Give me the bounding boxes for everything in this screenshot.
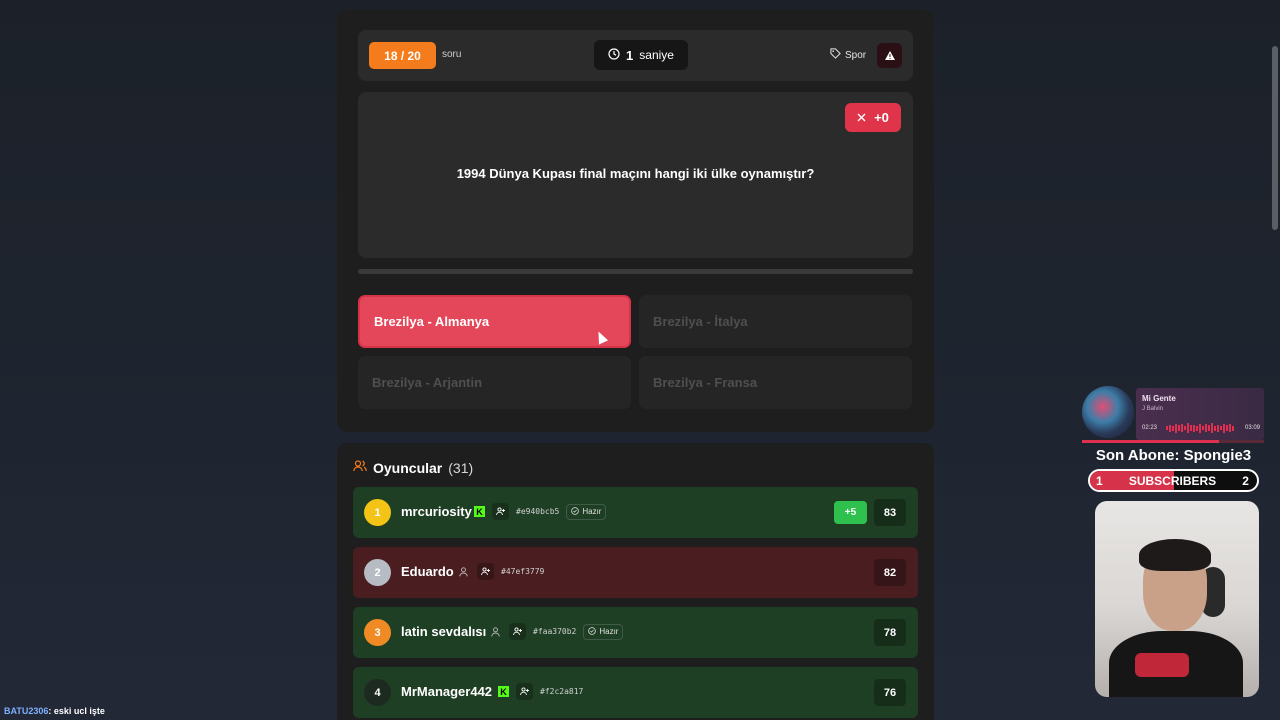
add-friend-icon[interactable] — [516, 683, 533, 700]
player-name: mrcuriosity — [401, 504, 472, 519]
player-hash: #f2c2a817 — [540, 687, 584, 696]
scrollbar[interactable] — [1272, 46, 1278, 230]
question-box: +0 1994 Dünya Kupası final maçını hangi … — [358, 92, 913, 258]
rank-badge: 1 — [364, 499, 391, 526]
rank-badge: 4 — [364, 679, 391, 706]
answer-option-label: Brezilya - Fransa — [653, 375, 758, 390]
song-artist: J Balvin — [1142, 406, 1164, 412]
users-icon — [353, 459, 367, 477]
time-progress-bar — [358, 269, 913, 274]
player-meta: K #e940bcb5 Hazır — [474, 503, 607, 520]
user-icon — [488, 625, 502, 639]
sub-goal-label: SUBSCRIBERS — [1128, 473, 1217, 488]
music-panel: Mi Gente J Balvin 02:23 03:09 — [1136, 388, 1264, 440]
player-score: 78 — [874, 619, 906, 646]
kick-icon: K — [474, 506, 485, 517]
webcam-feed — [1095, 501, 1259, 697]
add-friend-icon[interactable] — [492, 503, 509, 520]
quiz-topbar: 18 / 20 soru 1 saniye Spor — [358, 30, 913, 81]
player-score: 82 — [874, 559, 906, 586]
answer-option-4[interactable]: Brezilya - Fransa — [639, 356, 912, 409]
answer-option-1[interactable]: Brezilya - Almanya — [358, 295, 631, 348]
song-progress-bar — [1082, 440, 1264, 443]
tag-icon — [830, 48, 841, 62]
question-counter: 18 / 20 — [369, 42, 436, 69]
score-delta-value: +0 — [874, 110, 889, 125]
sub-goal-current: 1 — [1096, 473, 1103, 488]
player-meta: K #f2c2a817 — [498, 683, 583, 700]
ready-badge: Hazır — [566, 503, 607, 520]
rank-badge: 2 — [364, 559, 391, 586]
check-circle-icon — [588, 626, 597, 637]
last-subscriber: Son Abone: Spongie3 — [1095, 447, 1252, 464]
player-row[interactable]: 1 mrcuriosity K #e940bcb5 Hazır +5 83 — [353, 487, 918, 538]
answer-option-label: Brezilya - İtalya — [653, 314, 748, 329]
question-text: 1994 Dünya Kupası final maçını hangi iki… — [456, 166, 815, 181]
category-label: Spor — [845, 49, 867, 61]
rank-badge: 3 — [364, 619, 391, 646]
players-card: Oyuncular (31) 1 mrcuriosity K #e940bcb5… — [337, 443, 934, 720]
players-count: (31) — [448, 460, 474, 476]
player-meta: #faa370b2 Hazır — [488, 623, 624, 640]
report-button[interactable] — [877, 43, 902, 68]
player-row[interactable]: 3 latin sevdalısı #faa370b2 Hazır 78 — [353, 607, 918, 658]
kick-icon: K — [498, 686, 509, 697]
ready-badge: Hazır — [583, 623, 624, 640]
player-row[interactable]: 4 MrManager442 K #f2c2a817 76 — [353, 667, 918, 718]
players-title: Oyuncular — [373, 460, 443, 476]
player-score: 76 — [874, 679, 906, 706]
add-friend-icon[interactable] — [509, 623, 526, 640]
timer-value: 1 — [626, 47, 634, 63]
user-icon — [456, 565, 470, 579]
player-hash: #e940bcb5 — [516, 507, 560, 516]
quiz-card: 18 / 20 soru 1 saniye Spor +0 1994 Dünya… — [337, 10, 934, 432]
player-name: latin sevdalısı — [401, 624, 487, 639]
question-counter-unit: soru — [442, 49, 462, 60]
answer-option-2[interactable]: Brezilya - İtalya — [639, 295, 912, 348]
album-art — [1082, 386, 1134, 438]
player-meta: #47ef3779 — [456, 563, 544, 580]
song-time-total: 03:09 — [1244, 425, 1260, 431]
timer-unit: saniye — [639, 48, 674, 62]
timer: 1 saniye — [594, 40, 688, 70]
category-tag: Spor — [830, 48, 866, 62]
answer-option-label: Brezilya - Arjantin — [372, 375, 483, 390]
player-hash: #faa370b2 — [533, 627, 577, 636]
song-title: Mi Gente — [1142, 394, 1176, 403]
player-row[interactable]: 2 Eduardo #47ef3779 82 — [353, 547, 918, 598]
players-header: Oyuncular (31) — [353, 459, 473, 477]
sub-goal-target: 2 — [1242, 473, 1249, 488]
chat-message: BATU2306: eski ucl işte — [4, 706, 105, 716]
bonus-badge: +5 — [834, 501, 867, 524]
warning-icon — [884, 47, 895, 65]
music-widget: Mi Gente J Balvin 02:23 03:09 — [1082, 386, 1264, 443]
clock-icon — [608, 47, 620, 63]
subscriber-goal-bar: 1 SUBSCRIBERS 2 — [1088, 469, 1259, 492]
close-icon — [857, 110, 866, 125]
chat-text: : eski ucl işte — [48, 706, 105, 716]
answer-option-label: Brezilya - Almanya — [374, 314, 490, 329]
check-circle-icon — [571, 506, 580, 517]
player-name: Eduardo — [401, 564, 454, 579]
answer-option-3[interactable]: Brezilya - Arjantin — [358, 356, 631, 409]
add-friend-icon[interactable] — [477, 563, 494, 580]
player-name: MrManager442 — [401, 684, 493, 699]
ready-label: Hazır — [582, 507, 602, 516]
chat-user: BATU2306 — [4, 706, 49, 716]
player-hash: #47ef3779 — [501, 567, 545, 576]
waveform — [1166, 423, 1236, 433]
song-time-current: 02:23 — [1142, 425, 1158, 431]
score-delta-badge: +0 — [845, 103, 901, 132]
player-score: 83 — [874, 499, 906, 526]
ready-label: Hazır — [599, 627, 619, 636]
